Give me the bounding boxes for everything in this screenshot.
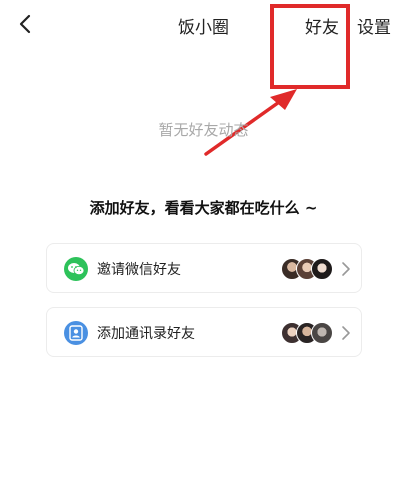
avatar — [311, 258, 333, 280]
settings-button[interactable]: 设置 — [357, 13, 391, 38]
top-nav-bar: 饭小圈 好友 设置 — [0, 0, 407, 48]
avatar — [311, 322, 333, 344]
wechat-icon — [64, 257, 88, 281]
friend-avatars — [281, 258, 333, 280]
add-friends-heading: 添加好友，看看大家都在吃什么 ~ — [89, 199, 318, 217]
contacts-icon — [64, 321, 88, 345]
empty-state-text: 暂无好友动态 — [158, 121, 249, 139]
chevron-right-icon — [342, 262, 350, 276]
friend-avatars — [281, 322, 333, 344]
invite-wechat-friends-row[interactable]: 邀请微信好友 — [46, 243, 362, 293]
friends-button[interactable]: 好友 — [305, 13, 339, 38]
page-title: 饭小圈 — [178, 18, 229, 38]
invite-wechat-label: 邀请微信好友 — [97, 262, 181, 278]
add-contacts-label: 添加通讯录好友 — [97, 326, 195, 342]
chevron-right-icon — [342, 326, 350, 340]
chevron-left-icon — [19, 14, 31, 34]
back-button[interactable] — [14, 12, 36, 36]
add-contacts-friends-row[interactable]: 添加通讯录好友 — [46, 307, 362, 357]
